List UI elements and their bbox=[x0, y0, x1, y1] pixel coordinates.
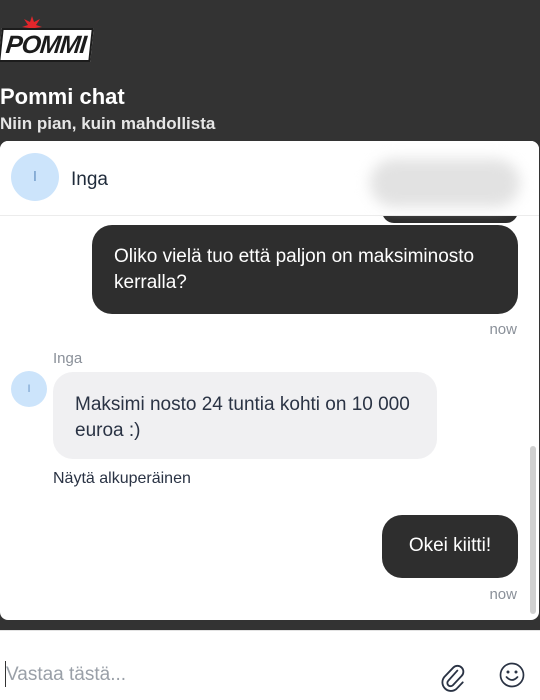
chat-title: Pommi chat bbox=[0, 84, 125, 109]
user-message: Okei kiitti! bbox=[382, 515, 518, 578]
agent-message: Maksimi nosto 24 tuntia kohti on 10 000 … bbox=[53, 372, 437, 459]
paperclip-icon[interactable] bbox=[439, 662, 465, 692]
composer bbox=[0, 630, 540, 700]
message-timestamp: now bbox=[489, 586, 517, 603]
chat-header: POMMI Pommi chat Niin pian, kuin mahdoll… bbox=[0, 0, 540, 150]
show-original-link[interactable]: Näytä alkuperäinen bbox=[53, 470, 191, 488]
user-message: Oliko vielä tuo että paljon on maksimino… bbox=[92, 225, 518, 314]
pommi-logo: POMMI bbox=[0, 12, 94, 64]
agent-avatar: I bbox=[11, 153, 59, 201]
message-timestamp: now bbox=[489, 321, 517, 338]
conversation-panel: I Inga Oliko vielä tuo että paljon on ma… bbox=[0, 141, 539, 620]
agent-avatar-small: I bbox=[11, 371, 47, 407]
agent-sender-label: Inga bbox=[53, 350, 83, 367]
chat-subtitle: Niin pian, kuin mahdollista bbox=[0, 114, 216, 133]
logo-text: POMMI bbox=[0, 28, 94, 62]
smiley-icon[interactable] bbox=[499, 662, 525, 688]
agent-name: Inga bbox=[71, 169, 108, 190]
scrollbar[interactable] bbox=[530, 446, 536, 614]
reply-input[interactable] bbox=[4, 659, 406, 691]
agent-header: I Inga bbox=[0, 141, 539, 216]
text-caret bbox=[5, 661, 6, 687]
blurred-element bbox=[370, 159, 520, 207]
